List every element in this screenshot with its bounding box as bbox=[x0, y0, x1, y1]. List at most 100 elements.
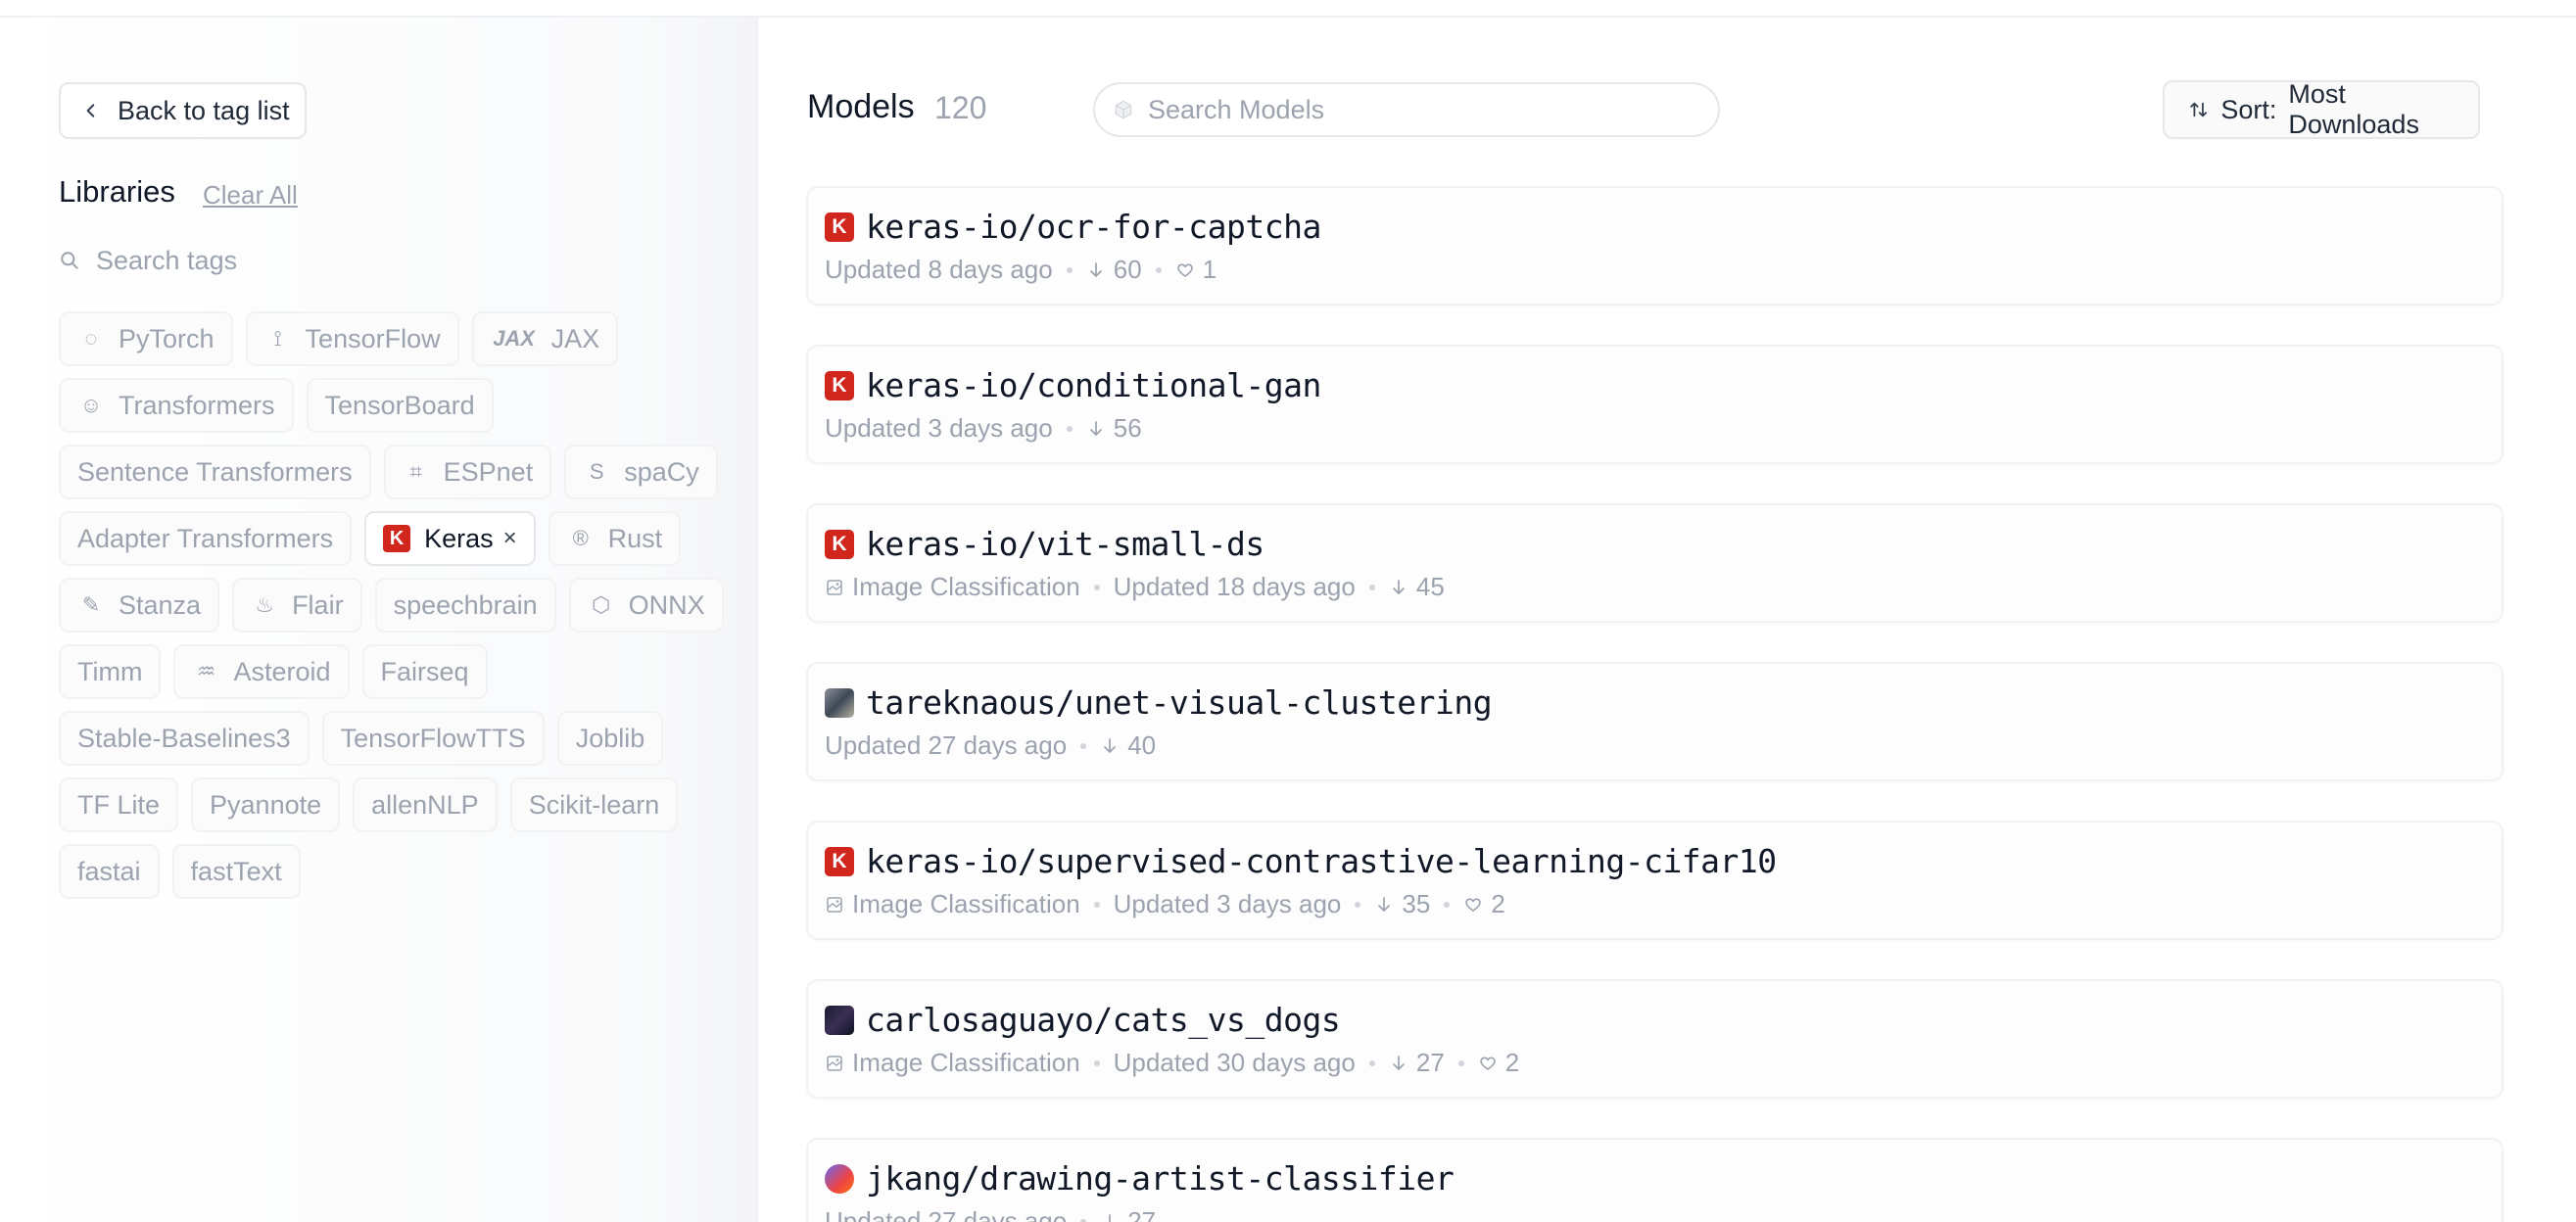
search-models-input[interactable] bbox=[1148, 94, 1677, 125]
model-header: Kkeras-io/ocr-for-captcha bbox=[825, 208, 1321, 246]
model-card[interactable]: carlosaguayo/cats_vs_dogs Image Classific… bbox=[806, 979, 2504, 1099]
onnx-icon: ⬡ bbox=[592, 592, 611, 617]
tag-chip-label: Adapter Transformers bbox=[77, 523, 334, 553]
tag-chip-tensorflowtts[interactable]: TensorFlowTTS bbox=[321, 711, 545, 766]
tag-chip-scikit-learn[interactable]: Scikit-learn bbox=[509, 777, 679, 832]
model-meta: Image Classification Updated 3 days ago 35… bbox=[825, 889, 1505, 919]
back-to-tag-list-button[interactable]: Back to tag list bbox=[59, 82, 307, 139]
tag-chip-keras[interactable]: K Keras × bbox=[364, 511, 536, 566]
tag-chip-spacy[interactable]: SspaCy bbox=[564, 445, 718, 499]
tag-chip-stanza[interactable]: ✎ Stanza bbox=[59, 578, 220, 633]
tag-chip-label: speechbrain bbox=[393, 589, 538, 620]
model-name-link[interactable]: carlosaguayo/cats_vs_dogs bbox=[866, 1001, 1341, 1039]
tag-chip-sentence-transformers[interactable]: Sentence Transformers bbox=[59, 445, 371, 499]
model-header: jkang/drawing-artist-classifier bbox=[825, 1159, 1455, 1198]
model-likes: 2 bbox=[1463, 889, 1505, 919]
tag-chip-label: Keras bbox=[424, 523, 494, 553]
tag-chip-label: Joblib bbox=[575, 723, 645, 753]
tag-search-input[interactable] bbox=[96, 245, 586, 276]
tag-chip-espnet[interactable]: ⌗ ESPnet bbox=[383, 445, 552, 499]
sort-prefix: Sort: bbox=[2220, 94, 2277, 124]
tag-chip-label: ESPnet bbox=[443, 456, 534, 487]
keras-avatar-icon: K bbox=[825, 846, 854, 876]
separator-dot bbox=[1080, 742, 1087, 749]
tag-chip-label: Rust bbox=[607, 523, 663, 553]
tag-chip-asteroid[interactable]: ♒ Asteroid bbox=[173, 644, 350, 699]
tag-chip-pyannote[interactable]: Pyannote bbox=[191, 777, 341, 832]
model-header: tareknaous/unet-visual-clustering bbox=[825, 683, 1493, 722]
model-likes: 2 bbox=[1478, 1048, 1519, 1078]
model-name-link[interactable]: jkang/drawing-artist-classifier bbox=[866, 1159, 1455, 1198]
pytorch-icon: ◌ bbox=[84, 326, 98, 351]
tag-chip-stable-baselines3[interactable]: Stable-Baselines3 bbox=[59, 711, 310, 766]
tag-chip-label: TensorFlowTTS bbox=[340, 723, 526, 753]
tag-chip-label: Sentence Transformers bbox=[77, 456, 353, 487]
tag-chip-adapter-transformers[interactable]: Adapter Transformers bbox=[59, 511, 353, 566]
espnet-icon: ⌗ bbox=[409, 459, 422, 484]
model-card[interactable]: tareknaous/unet-visual-clustering Updated… bbox=[806, 662, 2504, 781]
tag-chip-label: Scikit-learn bbox=[528, 789, 660, 820]
tag-chip-fasttext[interactable]: fastText bbox=[171, 844, 301, 899]
tag-chip-tensorflow[interactable]: ⟟ TensorFlow bbox=[245, 311, 459, 366]
tag-chip-tf-lite[interactable]: TF Lite bbox=[59, 777, 179, 832]
tag-chip-speechbrain[interactable]: speechbrain bbox=[374, 578, 556, 633]
sort-value: Most Downloads bbox=[2288, 79, 2419, 139]
tag-chip-jax[interactable]: JAX JAX bbox=[471, 311, 619, 366]
separator-dot bbox=[1066, 266, 1073, 273]
tag-chip-label: TensorFlow bbox=[305, 323, 441, 353]
tag-chip-fastai[interactable]: fastai bbox=[59, 844, 160, 899]
sort-arrows-icon bbox=[2190, 102, 2208, 118]
likes-count: 2 bbox=[1491, 889, 1505, 918]
model-card[interactable]: Kkeras-io/ocr-for-captcha Updated 8 days … bbox=[806, 186, 2504, 306]
downloads-count: 45 bbox=[1415, 572, 1445, 601]
model-name-link[interactable]: keras-io/ocr-for-captcha bbox=[866, 208, 1321, 246]
model-downloads: 35 bbox=[1374, 889, 1430, 919]
image-classification-icon bbox=[827, 1055, 842, 1071]
separator-dot bbox=[1444, 901, 1451, 908]
download-arrow-icon bbox=[1089, 420, 1102, 436]
tag-chip-label: Asteroid bbox=[233, 656, 331, 686]
top-nav-bar bbox=[0, 0, 2576, 18]
task-label: Image Classification bbox=[852, 889, 1080, 918]
tag-chip-label: Flair bbox=[292, 589, 344, 620]
tag-chip-fairseq[interactable]: Fairseq bbox=[361, 644, 488, 699]
tag-chip-transformers[interactable]: ☺ Transformers bbox=[59, 378, 294, 433]
model-card[interactable]: jkang/drawing-artist-classifier Updated 2… bbox=[806, 1138, 2504, 1222]
tag-chip-pytorch[interactable]: ◌ PyTorch bbox=[59, 311, 233, 366]
tag-chip-timm[interactable]: Timm bbox=[59, 644, 162, 699]
model-name-link[interactable]: keras-io/conditional-gan bbox=[866, 366, 1321, 404]
model-downloads: 27 bbox=[1100, 1206, 1156, 1222]
tag-chip-label: Stable-Baselines3 bbox=[77, 723, 291, 753]
user-avatar bbox=[825, 1005, 854, 1035]
remove-tag-icon[interactable]: × bbox=[503, 525, 517, 552]
heart-icon bbox=[1176, 263, 1193, 277]
models-main: Models 120 Sort: Most Downloads Kkeras-i… bbox=[760, 18, 2576, 1222]
model-card[interactable]: Kkeras-io/vit-small-ds Image Classificati… bbox=[806, 503, 2504, 623]
model-card[interactable]: Kkeras-io/supervised-contrastive-learnin… bbox=[806, 821, 2504, 940]
sort-button[interactable]: Sort: Most Downloads bbox=[2163, 79, 2480, 139]
tag-chip-tensorboard[interactable]: TensorBoard bbox=[306, 378, 494, 433]
libraries-heading: Libraries bbox=[59, 174, 175, 209]
model-card[interactable]: Kkeras-io/conditional-gan Updated 3 days … bbox=[806, 345, 2504, 464]
model-name-link[interactable]: tareknaous/unet-visual-clustering bbox=[866, 683, 1493, 722]
tag-chip-rust[interactable]: ® Rust bbox=[548, 511, 682, 566]
separator-dot bbox=[1093, 901, 1100, 908]
task-label: Image Classification bbox=[852, 572, 1080, 601]
likes-count: 1 bbox=[1202, 255, 1217, 284]
tag-chip-flair[interactable]: ♨ Flair bbox=[232, 578, 362, 633]
tag-chip-joblib[interactable]: Joblib bbox=[556, 711, 664, 766]
stanza-icon: ✎ bbox=[81, 592, 101, 617]
separator-dot bbox=[1457, 1059, 1464, 1066]
tag-chip-allennlp[interactable]: allenNLP bbox=[353, 777, 498, 832]
model-name-link[interactable]: keras-io/supervised-contrastive-learning… bbox=[866, 842, 1777, 880]
model-updated: Updated 27 days ago bbox=[825, 730, 1068, 760]
search-icon bbox=[61, 252, 78, 269]
model-meta: Updated 27 days ago 27 bbox=[825, 1206, 1156, 1222]
tag-chip-label: Transformers bbox=[119, 390, 275, 420]
separator-dot bbox=[1368, 1059, 1375, 1066]
tag-chip-label: TF Lite bbox=[77, 789, 161, 820]
model-name-link[interactable]: keras-io/vit-small-ds bbox=[866, 525, 1264, 563]
heart-icon bbox=[1480, 1057, 1496, 1070]
tag-chip-onnx[interactable]: ⬡ ONNX bbox=[568, 578, 724, 633]
clear-all-link[interactable]: Clear All bbox=[203, 180, 298, 211]
